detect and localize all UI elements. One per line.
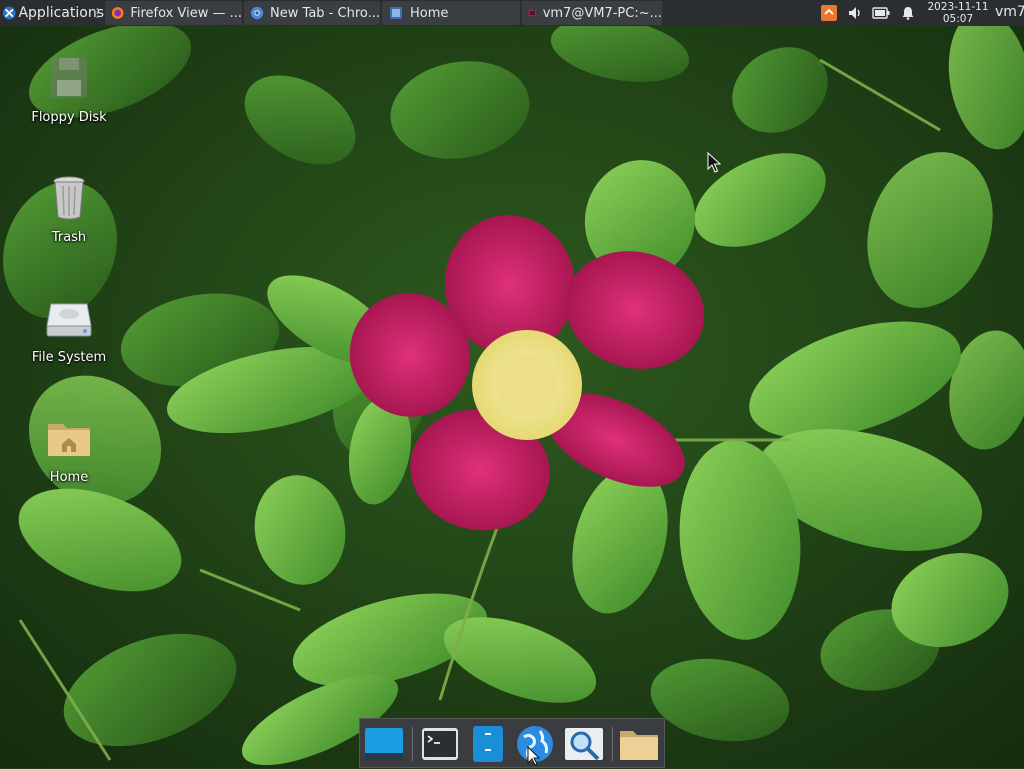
clock-date: 2023-11-11 [927,1,989,13]
taskbar-item-terminal[interactable]: vm7@VM7-PC:~... [522,1,662,25]
dock-app-finder[interactable] [563,723,605,765]
tray-update-button[interactable] [818,0,840,26]
dock-separator [612,727,613,761]
app-finder-icon [565,728,603,761]
notification-bell-icon [902,7,914,20]
terminal-icon [528,9,537,17]
user-menu[interactable]: vm7 [995,4,1024,20]
desktop-icon-file-system[interactable]: File System [19,294,119,365]
battery-icon [872,7,890,19]
file-manager-icon [473,726,503,762]
tray-volume-button[interactable] [845,0,865,26]
desktop-icon-label: Floppy Disk [31,110,107,125]
taskbar-item-firefox[interactable]: Firefox View — ... [105,1,242,25]
file-manager-icon [390,7,402,19]
tray-battery-button[interactable] [870,0,892,26]
web-browser-icon [517,726,553,766]
clock[interactable]: 2023-11-11 05:07 [926,1,990,25]
chromium-icon [250,6,264,20]
taskbar-item-home[interactable]: Home [382,1,520,25]
trash-icon [53,176,85,220]
dock-folder[interactable] [618,723,660,765]
xfce-logo-icon [2,6,16,20]
floppy-disk-icon [51,58,87,98]
tray-notifications-button[interactable] [897,0,919,26]
desktop-icon-home[interactable]: Home [19,414,119,485]
desktop-icon-floppy-disk[interactable]: Floppy Disk [19,54,119,125]
folder-icon [620,731,658,760]
taskbar-item-label: Home [410,5,449,21]
terminal-icon [422,728,458,760]
dock-separator [412,727,413,761]
taskbar-item-label: New Tab - Chro... [270,5,380,21]
show-desktop-icon [365,728,403,760]
desktop-icon-trash[interactable]: Trash [19,174,119,245]
hard-drive-icon [46,303,92,337]
dock-file-manager[interactable] [467,723,509,765]
dock-terminal[interactable] [419,723,461,765]
desktop-icon-label: Trash [51,230,87,245]
taskbar-item-label: vm7@VM7-PC:~... [542,5,662,21]
taskbar-item-label: Firefox View — ... [130,5,242,21]
desktop-wallpaper [0,0,1024,768]
clock-time: 05:07 [942,13,974,25]
top-panel: Applications Firefox View — ... New Tab … [0,0,1024,26]
mouse-pointer-icon [707,152,721,173]
volume-icon [849,7,860,19]
update-icon [821,5,837,21]
taskbar-item-chromium[interactable]: New Tab - Chro... [244,1,380,25]
desktop-icon-label: File System [31,350,107,365]
dock-web-browser[interactable] [514,723,556,766]
firefox-icon [111,7,124,19]
home-folder-icon [48,424,90,456]
applications-menu-button[interactable]: Applications [0,0,104,26]
applications-label: Applications [18,5,104,21]
dock [359,718,665,768]
dock-show-desktop[interactable] [363,723,405,765]
panel-separator [96,8,99,18]
desktop-icon-label: Home [49,470,89,485]
